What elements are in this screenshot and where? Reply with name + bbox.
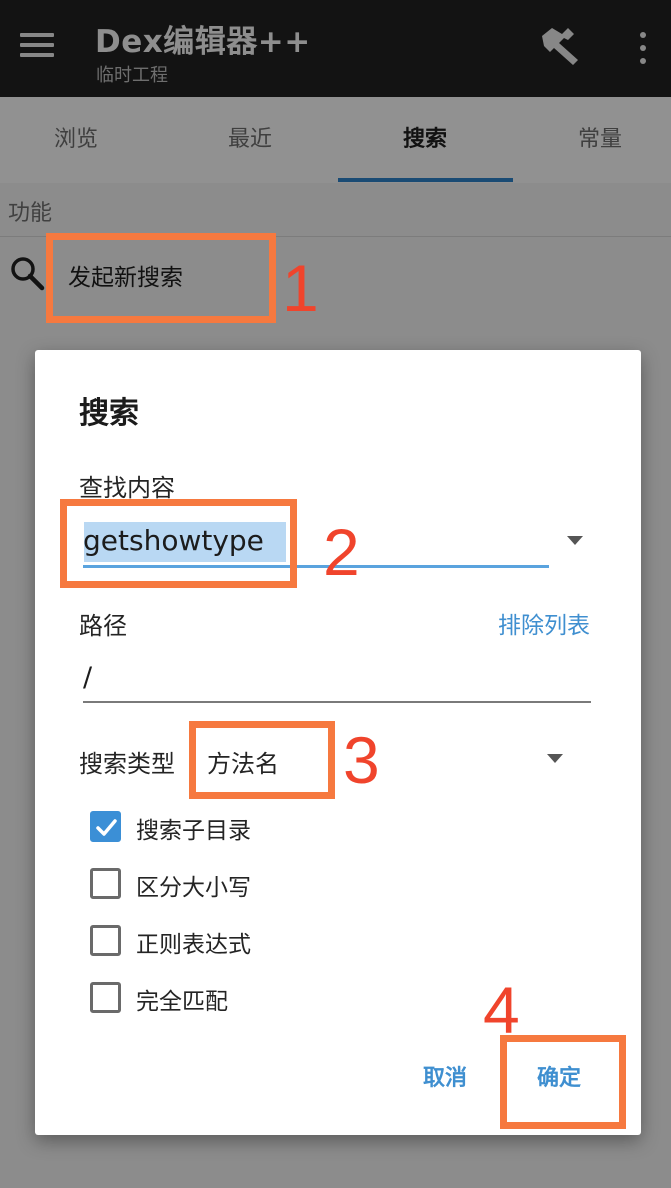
option-label: 区分大小写	[136, 875, 251, 901]
query-label: 查找内容	[79, 474, 175, 502]
path-label: 路径	[79, 612, 127, 640]
option-case-sensitive[interactable]: 区分大小写	[90, 866, 350, 902]
annotation-number-4: 4	[483, 973, 520, 1047]
option-label: 正则表达式	[136, 932, 251, 958]
checkbox-checked[interactable]	[90, 811, 121, 842]
annotation-box-2	[60, 499, 297, 588]
checkbox-unchecked[interactable]	[90, 982, 121, 1013]
annotation-number-1: 1	[282, 251, 319, 325]
option-label: 搜索子目录	[136, 818, 251, 844]
cancel-button[interactable]: 取消	[423, 1060, 467, 1092]
search-dialog: 搜索 查找内容 路径 排除列表 搜索类型 方法名 搜索子目录 区分大小写 正则表…	[35, 350, 641, 1135]
search-type-dropdown-icon[interactable]	[547, 754, 563, 763]
option-regex[interactable]: 正则表达式	[90, 923, 350, 959]
annotation-number-2: 2	[323, 515, 360, 589]
option-search-subdirs[interactable]: 搜索子目录	[90, 809, 350, 845]
checkbox-unchecked[interactable]	[90, 868, 121, 899]
exclude-list-link[interactable]: 排除列表	[498, 606, 590, 640]
checkmark-icon	[96, 819, 117, 836]
query-history-dropdown-icon[interactable]	[567, 536, 583, 545]
annotation-number-3: 3	[343, 723, 380, 797]
path-input[interactable]	[83, 653, 591, 703]
option-exact-match[interactable]: 完全匹配	[90, 980, 350, 1016]
search-type-label: 搜索类型	[79, 750, 175, 778]
annotation-box-4	[500, 1035, 626, 1129]
dialog-title: 搜索	[79, 396, 139, 431]
checkbox-unchecked[interactable]	[90, 925, 121, 956]
annotation-box-3	[189, 721, 335, 799]
annotation-box-1	[46, 233, 276, 323]
option-label: 完全匹配	[136, 989, 228, 1015]
